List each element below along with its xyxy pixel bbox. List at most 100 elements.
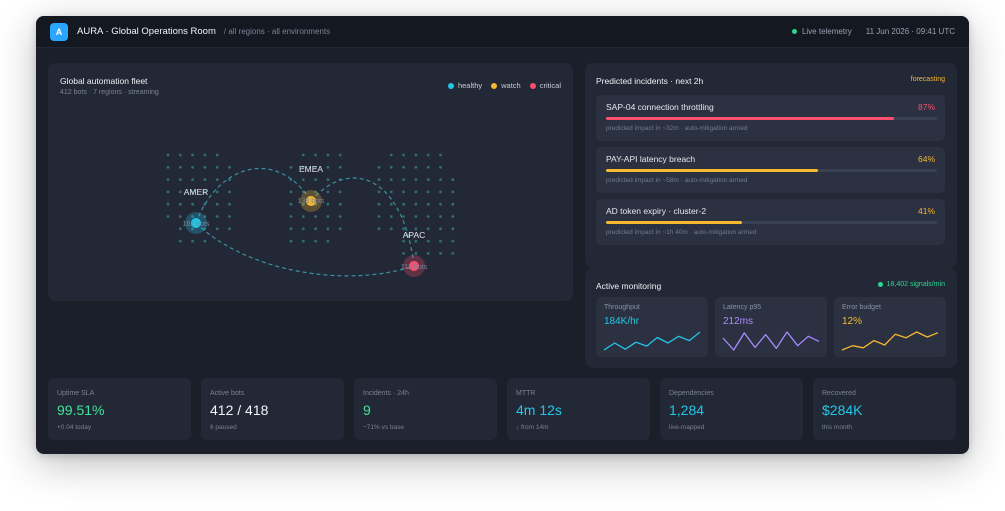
map-dot (178, 165, 182, 169)
signals-dot-icon (877, 282, 883, 287)
map-dot (191, 165, 195, 169)
scope-breadcrumb[interactable]: / all regions · all environments (224, 27, 330, 36)
map-dot (301, 178, 305, 181)
legend-healthy: healthy (447, 81, 482, 90)
map-dot (377, 227, 381, 231)
metric-card-error-budget[interactable]: Error budget 12% (834, 297, 946, 357)
live-telemetry-label: Live telemetry (801, 27, 852, 36)
map-dot (314, 215, 317, 218)
fleet-title: Global automation fleet (60, 76, 148, 86)
incident-probability-bar (606, 169, 937, 172)
map-dot (326, 153, 330, 157)
kpi-uptime-sla[interactable]: Uptime SLA 99.51% +0.04 today (48, 378, 191, 440)
signals-rate: 18,402 signals/min (877, 281, 945, 288)
incident-note: predicted impact in ~1h 40m · auto-mitig… (606, 229, 757, 236)
map-dot (178, 190, 182, 194)
region-count-amer: 162 bots (182, 221, 210, 228)
incident-card[interactable]: SAP-04 connection throttling 87% predict… (596, 95, 945, 141)
map-dot (228, 215, 231, 218)
kpi-note: live-mapped (669, 424, 705, 431)
kpi-mttr[interactable]: MTTR 4m 12s ↓ from 14m (507, 378, 650, 440)
map-dot (414, 215, 418, 218)
map-dot (377, 190, 381, 194)
kpi-recovered[interactable]: Recovered $284K this month (813, 378, 956, 440)
map-dot (439, 252, 442, 255)
map-dot (426, 178, 430, 181)
kpi-label: Uptime SLA (57, 390, 95, 397)
predicted-incidents-panel: Predicted incidents · next 2h forecastin… (585, 63, 957, 268)
watch-dot-icon (491, 82, 498, 89)
map-dot (289, 190, 293, 194)
map-dot (451, 202, 455, 206)
map-dot (203, 239, 207, 243)
map-dot (451, 252, 455, 255)
map-dot (191, 239, 195, 243)
kpi-label: MTTR (516, 390, 536, 397)
map-dot (439, 239, 442, 243)
map-dot (377, 165, 381, 169)
map-dot (228, 165, 231, 169)
map-dot (389, 190, 393, 194)
map-dot (377, 202, 381, 206)
latency-sparkline (722, 331, 820, 351)
map-dot (402, 190, 405, 194)
world-dot-map (166, 153, 455, 277)
kpi-label: Dependencies (669, 390, 714, 397)
map-dot (166, 202, 170, 206)
map-dot (289, 165, 293, 169)
metric-card-throughput[interactable]: Throughput 184K/hr (596, 297, 708, 357)
map-dot (451, 178, 455, 181)
map-dot (426, 227, 430, 231)
region-label-apac[interactable]: APAC (403, 230, 426, 240)
region-count-apac: 112 bots (400, 264, 428, 271)
map-dot (166, 178, 170, 181)
legend-label: critical (539, 81, 561, 90)
map-dot (439, 190, 442, 194)
map-dot (178, 215, 182, 218)
map-dot (178, 202, 182, 206)
metric-card-latency[interactable]: Latency p95 212ms (715, 297, 827, 357)
map-dot (203, 178, 207, 181)
map-dot (338, 227, 342, 231)
incident-name: SAP-04 connection throttling (606, 102, 714, 112)
map-dot (389, 227, 393, 231)
map-dot (326, 202, 330, 206)
connection-arc (195, 167, 312, 224)
operations-room-window: A AURA · Global Operations Room / all re… (36, 16, 969, 454)
incident-name: AD token expiry · cluster-2 (606, 206, 707, 216)
sparkline-path (722, 331, 820, 351)
map-dot (451, 215, 455, 218)
map-dot (215, 153, 219, 157)
legend-watch: watch (491, 81, 521, 90)
kpi-value: 1,284 (669, 402, 705, 418)
metric-value: 212ms (723, 316, 754, 327)
map-dot (301, 215, 305, 218)
map-dot (215, 178, 219, 181)
app-logo[interactable]: A (50, 22, 68, 41)
map-dot (314, 153, 317, 157)
signals-rate-label: 18,402 signals/min (886, 281, 945, 288)
map-dot (451, 239, 455, 243)
forecasting-badge: forecasting (910, 76, 945, 83)
map-dot (178, 153, 182, 157)
map-dot (326, 165, 330, 169)
legend-label: watch (501, 81, 521, 90)
kpi-dependencies[interactable]: Dependencies 1,284 live-mapped (660, 378, 803, 440)
incident-card[interactable]: PAY-API latency breach 64% predicted imp… (596, 147, 945, 193)
incident-card[interactable]: AD token expiry · cluster-2 41% predicte… (596, 199, 945, 245)
kpi-incidents[interactable]: Incidents · 24h 9 −71% vs base (354, 378, 497, 440)
kpi-note: +0.04 today (57, 424, 92, 431)
map-dot (389, 165, 393, 169)
map-dot (402, 153, 405, 157)
map-dot (402, 202, 405, 206)
map-dot (402, 215, 405, 218)
kpi-active-bots[interactable]: Active bots 412 / 418 6 paused (201, 378, 344, 440)
map-dot (451, 227, 455, 231)
region-label-amer[interactable]: AMER (184, 187, 209, 197)
metric-label: Error budget (842, 304, 881, 311)
region-label-emea[interactable]: EMEA (299, 164, 323, 174)
map-dot (338, 215, 342, 218)
throughput-sparkline (603, 331, 701, 351)
map-dot (402, 239, 405, 243)
map-dot (426, 252, 430, 255)
